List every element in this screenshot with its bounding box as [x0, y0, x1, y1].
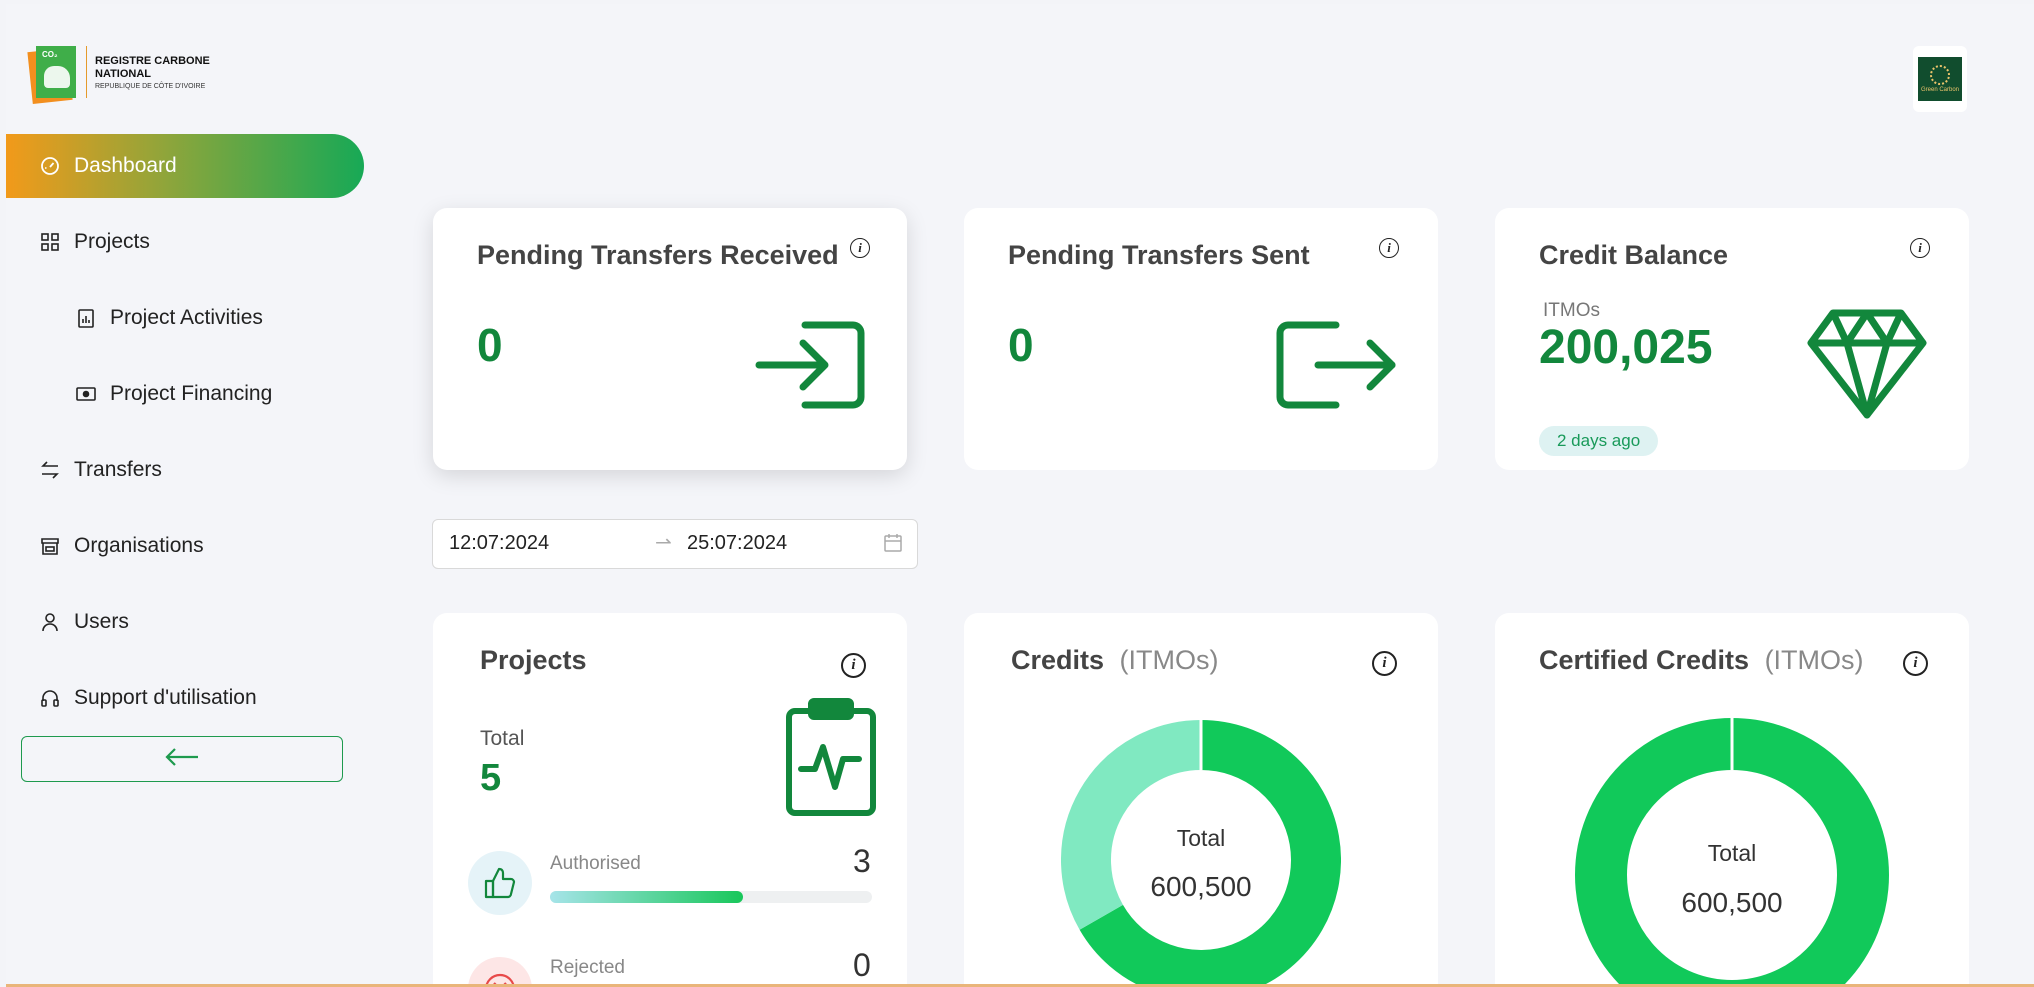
sidebar-item-label: Project Financing: [110, 382, 273, 405]
logo-subtitle: REPUBLIQUE DE CÔTE D'IVOIRE: [95, 82, 206, 90]
start-date-input[interactable]: 12:07:2024: [449, 532, 549, 555]
certified-center-label: Total: [1707, 840, 1757, 866]
sidebar-item-label: Transfers: [74, 458, 162, 481]
sidebar-item-label: Projects: [74, 230, 150, 253]
info-icon[interactable]: i: [1910, 238, 1930, 258]
authorised-count: 3: [853, 843, 871, 879]
sidebar-item-project-activities[interactable]: Project Activities: [6, 286, 358, 350]
projects-total-value: 5: [480, 757, 502, 799]
logo-emblem: CO₂: [27, 42, 80, 104]
collapse-sidebar-button[interactable]: [21, 736, 343, 782]
thumbs-up-icon: [468, 851, 532, 915]
app-frame: CO₂ REGISTRE CARBONE NATIONAL REPUBLIQUE…: [6, 4, 2034, 987]
pending-received-count: 0: [477, 319, 503, 371]
sidebar-item-support[interactable]: Support d'utilisation: [6, 666, 358, 730]
credits-donut-chart: [1061, 720, 1341, 984]
certified-center-value: 600,500: [1681, 887, 1783, 918]
login-arrow-icon: [755, 320, 867, 415]
sidebar-item-label: Dashboard: [74, 154, 177, 177]
sidebar-item-project-financing[interactable]: Project Financing: [6, 362, 358, 426]
sidebar-item-label: Support d'utilisation: [74, 686, 257, 709]
logo-title-line2: NATIONAL: [95, 67, 152, 80]
green-carbon-logo-icon: [1930, 65, 1950, 85]
calendar-icon[interactable]: [883, 533, 903, 559]
authorised-progress-fill: [550, 891, 744, 903]
date-range-picker[interactable]: 12:07:2024 ⇀ 25:07:2024: [432, 519, 918, 569]
pending-sent-count: 0: [1008, 319, 1034, 371]
sidebar-item-label: Users: [74, 610, 129, 633]
report-icon: [76, 308, 96, 328]
certified-credits-card[interactable]: Certified Credits (ITMOs) i Total 600,50…: [1495, 613, 1969, 984]
sidebar-nav: Dashboard Projects Project Activities Pr…: [6, 134, 364, 742]
app-logo[interactable]: CO₂ REGISTRE CARBONE NATIONAL REPUBLIQUE…: [27, 42, 210, 104]
credits-center-label: Total: [1176, 825, 1226, 851]
logo-co2-text: CO₂: [42, 50, 58, 59]
credit-balance-value: 200,025: [1539, 321, 1713, 374]
sidebar-item-dashboard[interactable]: Dashboard: [6, 134, 364, 198]
avatar-text: Green Carbon: [1920, 87, 1960, 93]
credit-balance-card[interactable]: Credit Balance i ITMOs 200,025 2 days ag…: [1495, 208, 1969, 470]
info-icon[interactable]: i: [841, 653, 866, 678]
end-date-input[interactable]: 25:07:2024: [687, 532, 787, 555]
projects-card[interactable]: Projects i Total 5 Authorised 3 Rejected…: [433, 613, 907, 984]
sidebar-item-users[interactable]: Users: [6, 590, 358, 654]
pending-transfers-sent-card[interactable]: Pending Transfers Sent i 0: [964, 208, 1438, 470]
authorised-label: Authorised: [550, 853, 641, 874]
sidebar: CO₂ REGISTRE CARBONE NATIONAL REPUBLIQUE…: [6, 4, 364, 984]
certified-title: Certified Credits: [1539, 645, 1750, 675]
projects-total-label: Total: [480, 727, 525, 750]
shop-icon: [40, 536, 60, 556]
pending-transfers-received-card[interactable]: Pending Transfers Received i 0: [433, 208, 907, 470]
card-title: Credit Balance: [1539, 240, 1729, 270]
sidebar-item-transfers[interactable]: Transfers: [6, 438, 358, 502]
dashboard-gauge-icon: [40, 156, 60, 176]
sidebar-item-projects[interactable]: Projects: [6, 210, 358, 274]
diamond-icon: [1807, 308, 1927, 425]
logo-title-line1: REGISTRE CARBONE: [95, 54, 210, 67]
last-updated-badge: 2 days ago: [1539, 426, 1659, 456]
sidebar-item-label: Organisations: [74, 534, 204, 557]
arrow-left-icon: [164, 747, 200, 772]
money-icon: [76, 384, 96, 404]
card-title: Projects: [480, 645, 587, 675]
swap-arrows-icon: [40, 460, 60, 480]
card-title: Certified Credits (ITMOs): [1539, 645, 1864, 676]
credit-unit-label: ITMOs: [1543, 300, 1600, 321]
credits-unit: (ITMOs): [1119, 645, 1219, 675]
certified-unit: (ITMOs): [1764, 645, 1864, 675]
info-icon[interactable]: i: [1379, 238, 1399, 258]
authorised-progress-bar: [550, 891, 872, 903]
user-avatar[interactable]: Green Carbon: [1913, 46, 1967, 112]
card-title: Credits (ITMOs): [1011, 645, 1219, 676]
user-icon: [40, 612, 60, 632]
card-title: Pending Transfers Sent: [1008, 240, 1310, 270]
info-icon[interactable]: i: [1372, 651, 1397, 676]
rejected-count: 0: [853, 947, 871, 983]
credits-title: Credits: [1011, 645, 1105, 675]
credits-center-value: 600,500: [1150, 871, 1252, 902]
info-icon[interactable]: i: [1903, 651, 1928, 676]
grid-icon: [40, 232, 60, 252]
card-title: Pending Transfers Received: [477, 240, 839, 270]
logout-arrow-icon: [1276, 320, 1398, 415]
info-icon[interactable]: i: [850, 238, 870, 258]
sidebar-item-organisations[interactable]: Organisations: [6, 514, 358, 578]
headset-icon: [40, 688, 60, 708]
sidebar-item-label: Project Activities: [110, 306, 263, 329]
clipboard-pulse-icon: [785, 697, 877, 822]
credits-card[interactable]: Credits (ITMOs) i Total 600,500: [964, 613, 1438, 984]
range-arrow-icon: ⇀: [655, 532, 672, 554]
rejected-label: Rejected: [550, 957, 625, 978]
rejected-x-icon: [468, 957, 532, 984]
